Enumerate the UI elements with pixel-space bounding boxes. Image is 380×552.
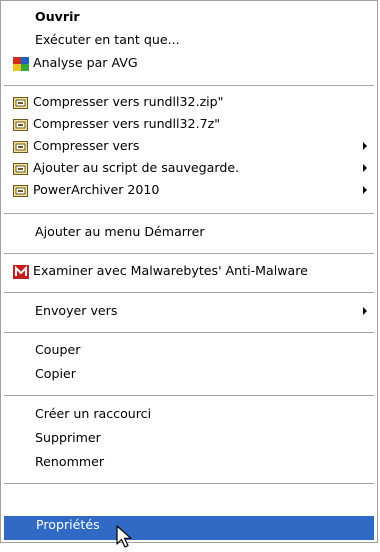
menu-item-label: Copier — [35, 366, 76, 381]
menu-item-analyse-avg[interactable]: Analyse par AVG — [3, 52, 375, 74]
menu-item-label: Ajouter au menu Démarrer — [35, 224, 205, 239]
menu-separator — [4, 253, 374, 254]
menu-item-label: Examiner avec Malwarebytes' Anti-Malware — [33, 263, 308, 278]
submenu-arrow-icon — [363, 186, 367, 194]
menu-item-compresser-vers[interactable]: Compresser vers — [3, 135, 375, 157]
menu-item-copier[interactable]: Copier — [3, 363, 375, 385]
powerarchiver-icon — [13, 95, 29, 109]
menu-item-label: Créer un raccourci — [35, 406, 152, 421]
menu-item-label: Propriétés — [36, 517, 100, 532]
menu-item-label: Compresser vers rundll32.zip" — [33, 94, 224, 109]
menu-item-label: Ouvrir — [35, 9, 80, 24]
powerarchiver-icon — [13, 139, 29, 153]
menu-item-creer-raccourci[interactable]: Créer un raccourci — [3, 403, 375, 425]
avg-icon — [13, 56, 29, 71]
menu-item-label: Envoyer vers — [35, 303, 118, 318]
menu-item-label: Couper — [35, 342, 81, 357]
menu-item-ajouter-script-sauvegarde[interactable]: Ajouter au script de sauvegarde. — [3, 157, 375, 179]
menu-item-compresser-7z[interactable]: Compresser vers rundll32.7z" — [3, 113, 375, 135]
menu-separator — [4, 213, 374, 214]
menu-item-powerarchiver-2010[interactable]: PowerArchiver 2010 — [3, 179, 375, 201]
menu-item-label: Analyse par AVG — [33, 55, 138, 70]
menu-separator — [4, 85, 374, 86]
menu-item-label: Supprimer — [35, 430, 101, 445]
mouse-pointer-icon — [115, 525, 137, 549]
menu-item-label: Compresser vers — [33, 138, 140, 153]
menu-item-supprimer[interactable]: Supprimer — [3, 427, 375, 449]
menu-item-envoyer-vers[interactable]: Envoyer vers — [3, 300, 375, 322]
menu-item-label: Ajouter au script de sauvegarde. — [33, 160, 240, 175]
menu-item-label: Renommer — [35, 454, 105, 469]
menu-item-executer-en-tant-que[interactable]: Exécuter en tant que... — [3, 29, 375, 51]
malwarebytes-icon — [13, 264, 29, 279]
powerarchiver-icon — [13, 183, 29, 197]
menu-separator — [4, 395, 374, 396]
menu-item-proprietes[interactable]: Propriétés — [4, 516, 374, 540]
menu-item-label: Compresser vers rundll32.7z" — [33, 116, 220, 131]
submenu-arrow-icon — [363, 142, 367, 150]
submenu-arrow-icon — [363, 307, 367, 315]
menu-separator — [4, 292, 374, 293]
menu-item-label: Exécuter en tant que... — [35, 32, 180, 47]
menu-item-malwarebytes[interactable]: Examiner avec Malwarebytes' Anti-Malware — [3, 260, 375, 282]
menu-item-ouvrir[interactable]: Ouvrir — [3, 6, 375, 28]
powerarchiver-icon — [13, 117, 29, 131]
menu-item-couper[interactable]: Couper — [3, 339, 375, 361]
powerarchiver-icon — [13, 161, 29, 175]
menu-item-compresser-zip[interactable]: Compresser vers rundll32.zip" — [3, 91, 375, 113]
menu-item-renommer[interactable]: Renommer — [3, 451, 375, 473]
context-menu: Ouvrir Exécuter en tant que... Analyse p… — [0, 0, 378, 543]
submenu-arrow-icon — [363, 164, 367, 172]
menu-item-label: PowerArchiver 2010 — [33, 182, 160, 197]
menu-separator — [4, 483, 374, 484]
menu-item-ajouter-menu-demarrer[interactable]: Ajouter au menu Démarrer — [3, 221, 375, 243]
menu-separator — [4, 332, 374, 333]
